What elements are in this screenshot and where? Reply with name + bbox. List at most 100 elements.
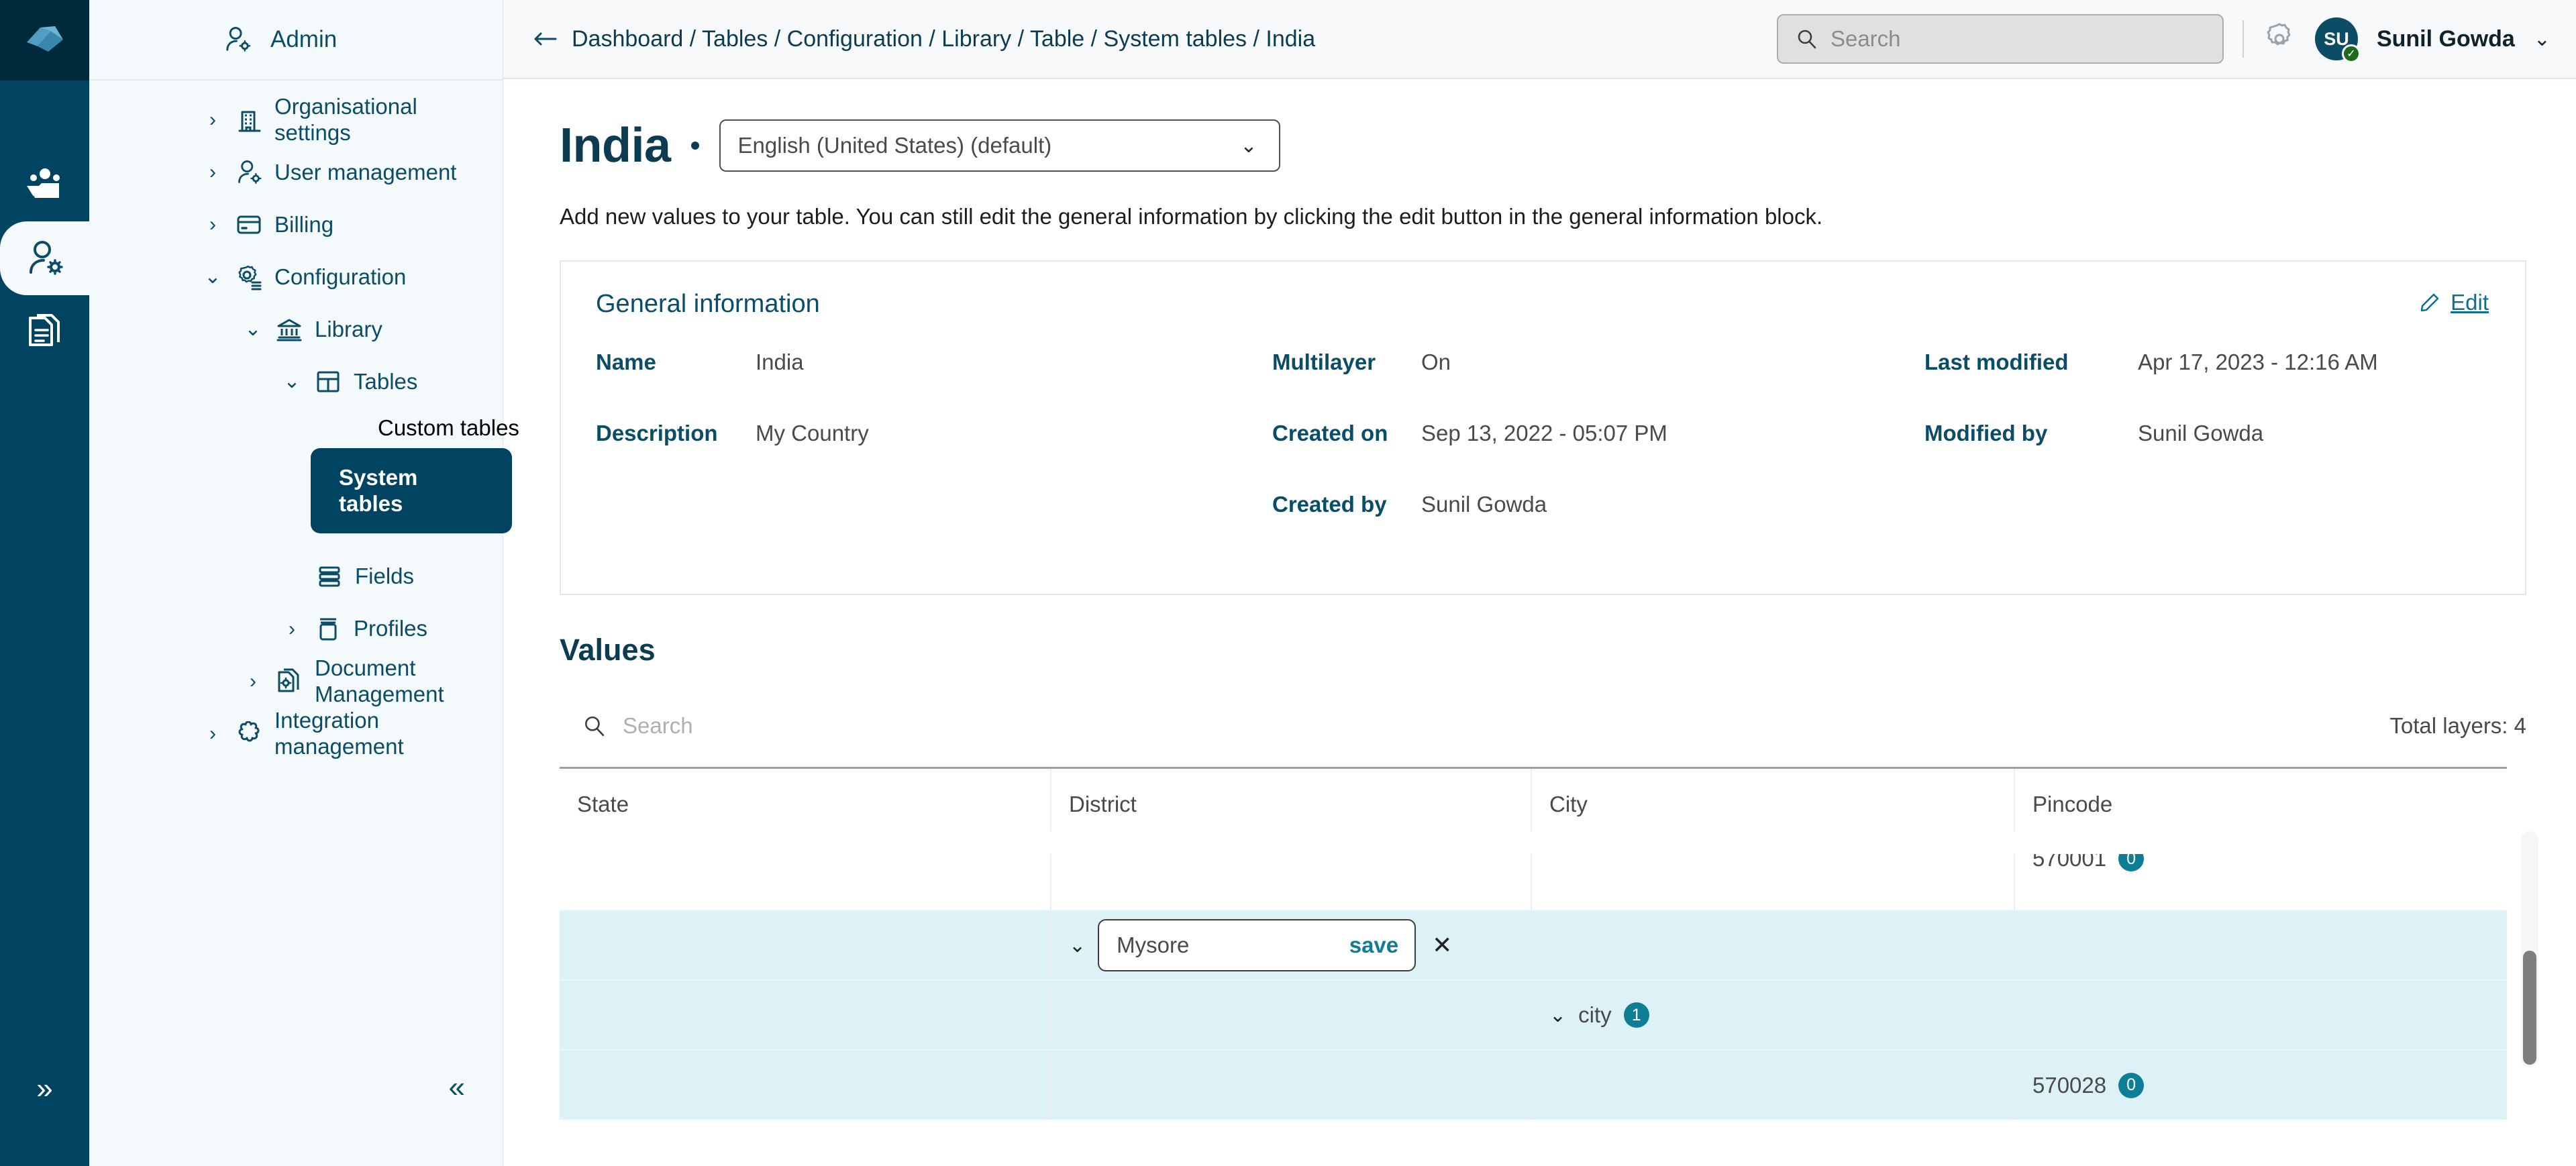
breadcrumb[interactable]: Dashboard / Tables / Configuration / Lib…: [572, 26, 1315, 52]
chevron-down-icon[interactable]: ⌄: [236, 319, 270, 339]
chevron-right-icon[interactable]: ›: [195, 162, 230, 182]
sidebar-item-label: Tables: [354, 368, 418, 394]
inline-edit-box[interactable]: save: [1098, 919, 1416, 971]
chevron-right-icon[interactable]: ›: [195, 110, 230, 130]
language-select[interactable]: English (United States) (default) ⌄: [719, 119, 1280, 172]
chevron-down-icon[interactable]: ⌄: [2534, 28, 2551, 51]
cell-city: [1531, 910, 2015, 980]
rail-item-documents[interactable]: [0, 295, 89, 369]
column-header-district[interactable]: District: [1051, 767, 1532, 841]
cell-state: [560, 910, 1051, 980]
app-logo[interactable]: [0, 0, 89, 81]
user-settings-icon: [223, 26, 252, 53]
info-label: Name: [596, 350, 656, 374]
values-table-scrollbar[interactable]: [2521, 831, 2538, 1067]
divider: [2242, 20, 2244, 58]
sidebar-nav: Admin › Organisational settings › User m…: [89, 0, 519, 1166]
sidebar-item-system-tables[interactable]: System tables: [311, 447, 512, 533]
table-row[interactable]: ⌄ city 1: [560, 979, 2507, 1050]
sidebar-item-label: Library: [315, 316, 382, 341]
chevron-right-icon[interactable]: ›: [195, 723, 230, 744]
cell-text: 570001: [2032, 846, 2107, 871]
values-table: State District City Pincode 570001 0 ⌄ M…: [560, 767, 2507, 1120]
building-icon: [230, 107, 268, 134]
cell-city[interactable]: ⌄ city 1: [1531, 979, 2015, 1050]
pencil-icon: [2420, 293, 2440, 313]
app-root: » Admin › Organisational settings › User…: [0, 0, 2576, 1166]
table-row[interactable]: ⌄ save ✕: [560, 910, 2507, 980]
gear-icon[interactable]: [2263, 22, 2296, 56]
cell-pincode: [2014, 910, 2507, 980]
sidebar-item-integration-management[interactable]: › Integration management: [89, 708, 503, 760]
table-row[interactable]: 570028 0: [560, 1049, 2507, 1120]
column-header-pincode[interactable]: Pincode: [2014, 767, 2507, 841]
info-value: Apr 17, 2023 - 12:16 AM: [2138, 350, 2378, 374]
column-header-city[interactable]: City: [1531, 767, 2015, 841]
global-search[interactable]: [1776, 14, 2224, 64]
info-label: Modified by: [1924, 421, 2048, 445]
values-section-title: Values: [560, 633, 656, 667]
chevron-right-icon[interactable]: ›: [274, 619, 309, 639]
sidebar-item-user-management[interactable]: › User management: [89, 146, 503, 199]
title-row: India English (United States) (default) …: [560, 118, 2526, 173]
general-information-card: General information Edit Name India Mult…: [560, 260, 2526, 595]
sidebar-item-label: Fields: [355, 564, 415, 589]
rail-item-team[interactable]: [0, 148, 89, 221]
sidebar-item-library[interactable]: ⌄ Library: [89, 303, 503, 356]
cell-state: [560, 1049, 1051, 1120]
chevron-down-icon[interactable]: ⌄: [1069, 934, 1086, 957]
top-bar-right: SU ✓ Sunil Gowda ⌄: [1776, 14, 2551, 64]
search-input[interactable]: [1830, 26, 2205, 52]
cell-pincode[interactable]: 570028 0: [2014, 1049, 2507, 1120]
avatar[interactable]: SU ✓: [2314, 17, 2361, 63]
expand-rail-button[interactable]: »: [0, 1072, 89, 1106]
info-label: Description: [596, 421, 718, 445]
info-label: Last modified: [1924, 350, 2069, 374]
table-row[interactable]: 570001 0: [560, 840, 2507, 910]
save-button[interactable]: save: [1349, 933, 1398, 958]
sidebar-item-label: User management: [274, 159, 457, 184]
sidebar-item-tables[interactable]: ⌄ Tables: [89, 356, 503, 408]
column-header-state[interactable]: State: [560, 767, 1051, 841]
sidebar-item-custom-tables[interactable]: Custom tables: [378, 408, 579, 448]
info-spacer-left: [596, 492, 1272, 563]
sidebar-item-label: System tables: [339, 464, 418, 517]
scrollbar-thumb[interactable]: [2523, 951, 2536, 1065]
sidebar-item-organisational-settings[interactable]: › Organisational settings: [89, 94, 503, 146]
sidebar-item-configuration[interactable]: ⌄ Configuration: [89, 251, 503, 303]
sidebar-item-fields[interactable]: Fields: [89, 551, 503, 603]
collapse-sidebar-button[interactable]: «: [449, 1071, 465, 1104]
cell-text: 570028: [2032, 1072, 2107, 1098]
values-search-input[interactable]: [623, 713, 1092, 739]
page-content: India English (United States) (default) …: [503, 79, 2576, 1166]
back-arrow-icon[interactable]: [531, 29, 558, 49]
cell-district: [1051, 1049, 1532, 1120]
rail-item-admin[interactable]: [0, 221, 89, 295]
chevron-right-icon[interactable]: ›: [236, 671, 270, 692]
search-icon: [1796, 28, 1817, 50]
chevron-down-icon: ⌄: [1240, 134, 1257, 157]
cell-state: [560, 840, 1051, 910]
info-created-by: Created by Sunil Gowda: [1272, 492, 1924, 563]
sidebar-item-label: Billing: [274, 211, 334, 237]
gear-list-icon: [230, 264, 268, 290]
district-value-input[interactable]: [1117, 933, 1319, 958]
sidebar-item-document-management[interactable]: › Document Management: [89, 655, 503, 708]
sidebar-item-profiles[interactable]: › Profiles: [89, 603, 503, 655]
edit-button[interactable]: Edit: [2420, 290, 2489, 315]
sidebar-header[interactable]: Admin: [89, 0, 503, 81]
values-search[interactable]: Total layers: 4: [560, 697, 2526, 755]
username-label[interactable]: Sunil Gowda: [2377, 26, 2515, 52]
sidebar-item-billing[interactable]: › Billing: [89, 199, 503, 251]
chevron-down-icon[interactable]: ⌄: [195, 267, 230, 287]
card-title: General information: [596, 290, 820, 318]
chevron-right-icon[interactable]: ›: [195, 215, 230, 235]
cell-district-editing[interactable]: ⌄ save ✕: [1051, 910, 1532, 980]
chevron-down-icon[interactable]: ⌄: [274, 372, 309, 392]
page-title: India: [560, 119, 671, 172]
info-value: Sep 13, 2022 - 05:07 PM: [1421, 421, 1667, 445]
cell-city: [1531, 1049, 2015, 1120]
chevron-down-icon[interactable]: ⌄: [1549, 1004, 1566, 1027]
team-folder-icon: [25, 167, 64, 202]
close-icon[interactable]: ✕: [1428, 933, 1456, 957]
